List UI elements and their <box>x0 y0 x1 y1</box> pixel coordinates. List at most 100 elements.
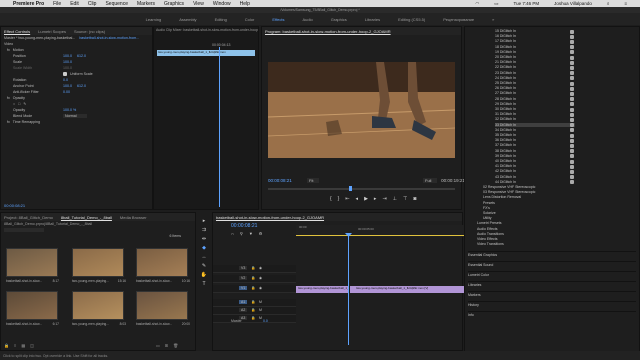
effects-list-item[interactable]: 27 DiGlitch In <box>495 91 516 95</box>
mark-in-icon[interactable]: { <box>330 196 332 202</box>
lift-icon[interactable]: ⊥ <box>393 196 397 202</box>
mask-rect-icon[interactable]: □ <box>18 102 20 106</box>
new-item-icon[interactable]: ⊞ <box>165 343 168 348</box>
workspace-overflow-icon[interactable]: » <box>483 17 503 22</box>
menu-edit[interactable]: Edit <box>70 1 79 7</box>
effects-list-item[interactable]: 15 DiGlitch In <box>495 29 516 33</box>
type-tool-icon[interactable]: T <box>202 281 205 287</box>
tab-media-browser[interactable]: Media Browser <box>120 215 147 220</box>
tab-source[interactable]: Source: (no clips) <box>74 29 105 34</box>
track-eye-icon[interactable]: ◉ <box>259 286 262 290</box>
effects-list-item[interactable]: 17 DiGlitch In <box>495 39 516 43</box>
program-quality-select[interactable]: Full <box>423 178 438 183</box>
effects-list-item[interactable]: 22 DiGlitch In <box>495 65 516 69</box>
mark-out-icon[interactable]: } <box>338 196 340 202</box>
section-time-remapping[interactable]: Time Remapping <box>13 120 40 124</box>
anti-flicker-value[interactable]: 0.00 <box>63 90 70 94</box>
effects-folder[interactable]: FX's <box>483 206 490 210</box>
lock-icon[interactable]: 🔒 <box>4 343 9 348</box>
track-lock-icon[interactable]: 🔒 <box>251 316 255 320</box>
fx-icon[interactable]: fx <box>7 96 10 100</box>
mask-pen-icon[interactable]: ✎ <box>23 102 26 106</box>
tab-project[interactable]: Project: 8Ball_Glitch_Demo <box>4 215 53 220</box>
work-area-bar[interactable] <box>296 235 464 236</box>
track-eye-icon[interactable]: ◉ <box>259 266 262 270</box>
effects-folder[interactable]: Presets <box>483 201 495 205</box>
section-motion[interactable]: Motion <box>13 48 24 52</box>
wrench-icon[interactable]: ⚙ <box>259 231 263 236</box>
ec-timecode[interactable]: 00:00:08:21 <box>4 203 25 208</box>
program-fit-select[interactable]: Fit <box>307 178 320 183</box>
workspace-editing-cs55[interactable]: Editing (CS5.5) <box>389 17 434 22</box>
razor-tool-icon[interactable]: ◆ <box>202 245 206 251</box>
anchor-x[interactable]: 100.0 <box>63 84 77 88</box>
timeline-clip-2[interactable]: two-young-men-playing-basketball_1_fk3q9… <box>350 286 464 293</box>
project-thumb-0[interactable] <box>6 248 58 277</box>
timeline-clip-1[interactable]: two-young-men-playing-basketball_1_fk3q9… <box>296 286 348 293</box>
track-lock-icon[interactable]: 🔒 <box>251 286 255 290</box>
effects-list-item[interactable]: 33 DiGlitch In <box>495 122 575 127</box>
effects-list-item[interactable]: 39 DiGlitch In <box>495 154 516 158</box>
track-mute-icon[interactable]: M <box>259 308 262 312</box>
track-lock-icon[interactable]: 🔒 <box>251 308 255 312</box>
effects-list-item[interactable]: 19 DiGlitch In <box>495 50 516 54</box>
export-frame-icon[interactable]: ◙ <box>413 196 416 202</box>
position-x[interactable]: 100.0 <box>63 54 77 58</box>
track-lock-icon[interactable]: 🔒 <box>251 266 255 270</box>
menu-sequence[interactable]: Sequence <box>105 1 128 7</box>
menu-help[interactable]: Help <box>240 1 250 7</box>
menu-window[interactable]: Window <box>213 1 231 7</box>
workspace-editing[interactable]: Editing <box>206 17 236 22</box>
blend-mode-select[interactable]: Normal <box>63 114 87 118</box>
track-mute-icon[interactable]: M <box>259 300 262 304</box>
lumetri-presets-folder[interactable]: Lumetri Presets <box>477 221 502 225</box>
track-label[interactable]: V3 <box>239 266 248 270</box>
effects-list-item[interactable]: 21 DiGlitch In <box>495 60 516 64</box>
uniform-scale-checkbox[interactable] <box>63 72 67 76</box>
workspace-audio[interactable]: Audio <box>294 17 322 22</box>
effects-list-item[interactable]: 25 DiGlitch In <box>495 81 516 85</box>
tab-bin[interactable]: 8ball_Tutorial_Demo_-_8ball <box>61 215 112 220</box>
track-label[interactable]: V1 <box>239 286 248 290</box>
audio-clip-mixer-tab[interactable]: Audio Clip Mixer: basketball-shot-in-slo… <box>156 28 258 32</box>
project-search-input[interactable] <box>4 228 44 232</box>
workspace-learning[interactable]: Learning <box>137 17 171 22</box>
master-volume[interactable]: 0.0 <box>263 319 268 323</box>
go-to-in-icon[interactable]: ⇤ <box>345 196 349 202</box>
effects-list-item[interactable]: 40 DiGlitch In <box>495 159 516 163</box>
effects-list-item[interactable]: 42 DiGlitch In <box>495 169 516 173</box>
scale-value[interactable]: 100.0 <box>63 60 72 64</box>
battery-icon[interactable]: ▭ <box>494 1 498 7</box>
effects-list-item[interactable]: 23 DiGlitch In <box>495 71 516 75</box>
fx-icon[interactable]: fx <box>7 48 10 52</box>
effects-list-item[interactable]: 20 DiGlitch In <box>495 55 516 59</box>
effects-list-item[interactable]: 26 DiGlitch In <box>495 86 516 90</box>
effects-list-item[interactable]: 44 DiGlitch In <box>495 180 516 184</box>
effects-list-item[interactable]: 31 DiGlitch In <box>495 112 516 116</box>
collapsed-panel[interactable]: History <box>468 301 636 307</box>
effects-category[interactable]: Video Transitions <box>477 242 504 246</box>
timeline-title[interactable]: basketball-shot-in-slow-motion-from-unde… <box>216 215 324 220</box>
collapsed-panel[interactable]: Markers <box>468 291 636 297</box>
fx-icon[interactable]: fx <box>7 120 10 124</box>
ec-playhead[interactable] <box>219 47 220 207</box>
timeline-playhead[interactable] <box>348 235 349 345</box>
project-thumb-2[interactable] <box>136 248 188 277</box>
clock[interactable]: Tue 7:46 PM <box>514 1 540 6</box>
ec-source-label[interactable]: Master * two-young-men-playing-basketbal… <box>4 36 75 40</box>
track-label[interactable]: A2 <box>239 308 248 312</box>
effects-folder[interactable]: Utility <box>483 216 492 220</box>
rotation-value[interactable]: 0.0 <box>63 78 68 82</box>
go-to-out-icon[interactable]: ⇥ <box>382 196 386 202</box>
app-menu[interactable]: Premiere Pro <box>13 1 44 7</box>
effects-list-item[interactable]: 36 DiGlitch In <box>495 138 516 142</box>
effects-category[interactable]: Video Effects <box>477 237 498 241</box>
collapsed-panel[interactable]: Lumetri Color <box>468 271 636 277</box>
track-mute-icon[interactable]: M <box>259 316 262 320</box>
track-label[interactable]: V2 <box>239 276 248 280</box>
effects-list-item[interactable]: 24 DiGlitch In <box>495 76 516 80</box>
track-lock-icon[interactable]: 🔒 <box>251 300 255 304</box>
effects-folder[interactable]: Solarize <box>483 211 496 215</box>
ec-clip-bar[interactable]: two-young-men-playing-basketball_1_fk3q9… <box>157 50 255 56</box>
icon-view-icon[interactable]: ▦ <box>21 343 25 348</box>
